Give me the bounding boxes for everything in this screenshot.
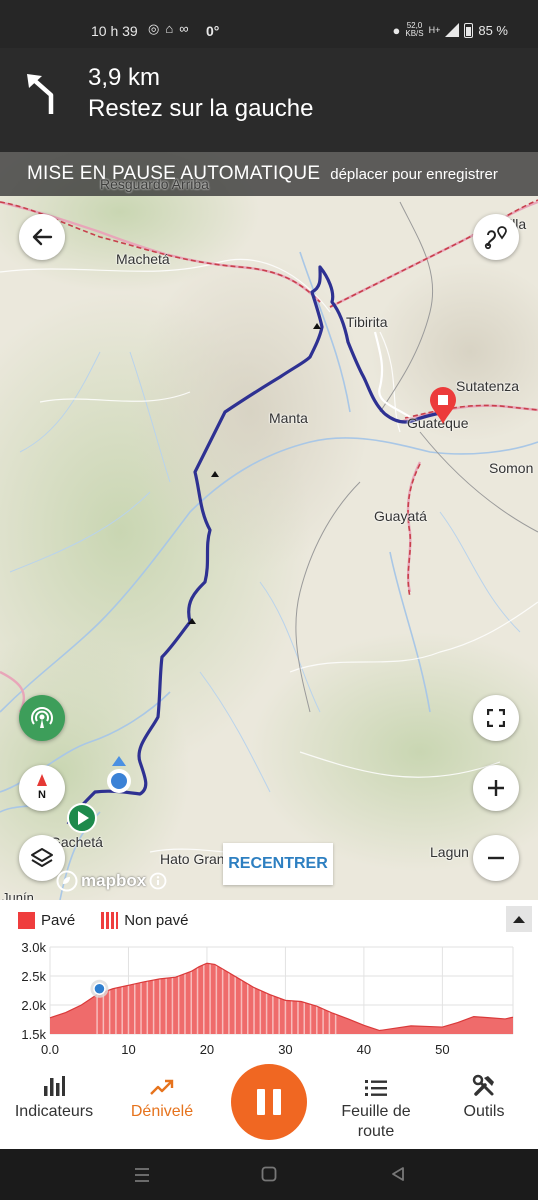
destination-marker-icon[interactable] [428, 386, 458, 426]
tab-indicators[interactable]: Indicateurs [8, 1064, 100, 1149]
zoom-out-button[interactable] [473, 835, 519, 881]
broadcast-icon [31, 707, 53, 728]
mapbox-attribution[interactable]: mapbox [56, 870, 167, 892]
y-tick-label: 2.0k [21, 998, 46, 1013]
battery-icon [464, 22, 474, 38]
map-label-guayata: Guayatá [374, 508, 427, 524]
x-tick-label: 20 [200, 1042, 214, 1057]
list-icon [364, 1064, 388, 1102]
navigation-header: 3,9 km Restez sur la gauche [0, 48, 538, 152]
tab-elevation[interactable]: Dénivelé [118, 1064, 206, 1149]
fullscreen-icon [487, 709, 505, 727]
pause-icon-bar-left [257, 1089, 265, 1115]
cycling-icon: ∞ [179, 21, 189, 36]
mapbox-label: mapbox [81, 871, 147, 890]
tab-route-sheet-label: Feuille de route [341, 1103, 411, 1140]
auto-pause-hint: déplacer pour enregistrer [330, 165, 498, 183]
current-position-icon [107, 756, 131, 793]
battery-level: 85 % [478, 22, 508, 38]
bar-chart-icon [42, 1064, 66, 1102]
network-type: H+ [428, 25, 441, 35]
y-tick-label: 2.5k [21, 969, 46, 984]
tab-route-sheet[interactable]: Feuille de route [330, 1064, 422, 1149]
next-turn-distance: 3,9 km [88, 64, 161, 91]
map-label-lagun: Lagun [430, 844, 469, 860]
tab-tools[interactable]: Outils [448, 1064, 520, 1149]
pause-icon-bar-right [273, 1089, 281, 1115]
location-icon: ● [392, 22, 401, 38]
elevation-panel: Pavé Non pavé 3.0k 2.5k 2.0k 1.5k 0.0 10 20 30… [0, 900, 538, 1064]
map-view[interactable]: MISE EN PAUSE AUTOMATIQUE déplacer pour … [0, 152, 538, 900]
system-navigation-bar [0, 1149, 538, 1200]
pause-recording-button[interactable] [231, 1064, 307, 1140]
fullscreen-button[interactable] [473, 695, 519, 741]
compass-label: N [38, 789, 46, 801]
x-tick-label: 50 [435, 1042, 449, 1057]
tab-tools-label: Outils [463, 1103, 505, 1120]
turn-left-arrow-icon [27, 74, 54, 114]
map-label-resguardo: Resguardo Arriba [100, 176, 209, 192]
y-tick-label: 1.5k [21, 1027, 46, 1042]
tab-elevation-label: Dénivelé [130, 1103, 194, 1120]
recenter-button[interactable]: RECENTRER [223, 843, 333, 885]
status-temperature: 0° [206, 23, 220, 39]
map-label-junin: Junín [2, 890, 34, 900]
back-nav-icon[interactable] [390, 1166, 406, 1182]
map-label-sutatenza: Sutatenza [456, 378, 520, 394]
status-right-icons: ● 52,0 KB/S H+ 85 % [392, 21, 508, 38]
back-button[interactable] [19, 214, 65, 260]
route-options-button[interactable] [473, 214, 519, 260]
recent-apps-icon[interactable] [133, 1167, 151, 1183]
tab-indicators-label: Indicateurs [14, 1103, 94, 1120]
turn-instruction: Restez sur la gauche [88, 95, 314, 122]
live-tracking-button[interactable] [19, 695, 65, 741]
x-tick-label: 40 [357, 1042, 371, 1057]
notification-icons: ◎ ⌂ ∞ [148, 21, 188, 37]
map-terrain [0, 152, 538, 900]
home-icon[interactable] [261, 1166, 277, 1182]
x-tick-label: 0.0 [41, 1042, 59, 1057]
trending-up-icon [149, 1064, 175, 1102]
compass-button[interactable]: N [19, 765, 65, 811]
info-icon[interactable] [149, 872, 167, 890]
x-tick-label: 30 [278, 1042, 292, 1057]
x-tick-label: 10 [121, 1042, 135, 1057]
signal-icon [445, 23, 460, 37]
arrow-back-icon [32, 228, 53, 246]
route-pin-icon [484, 226, 507, 250]
zoom-in-button[interactable] [473, 765, 519, 811]
instagram-icon: ◎ [148, 21, 160, 36]
plus-icon [488, 780, 504, 796]
app-icon: ⌂ [165, 21, 174, 36]
map-label-macheta: Machetá [116, 251, 170, 267]
map-label-somon: Somon [489, 460, 534, 476]
network-speed: 52,0 KB/S [405, 21, 424, 38]
layers-icon [31, 848, 53, 867]
mapbox-logo-icon [56, 870, 78, 892]
map-label-tibirita: Tibirita [346, 314, 388, 330]
minus-icon [488, 856, 504, 860]
map-label-hato: Hato Gran [160, 851, 225, 867]
map-label-manta: Manta [269, 410, 308, 426]
start-marker-icon[interactable] [66, 802, 98, 836]
elevation-chart[interactable]: 3.0k 2.5k 2.0k 1.5k 0.0 10 20 30 40 50 [0, 900, 538, 1064]
bottom-tab-bar: Indicateurs Dénivelé Feuille de route Ou… [0, 1064, 538, 1149]
tools-icon [472, 1064, 496, 1102]
y-tick-label: 3.0k [21, 940, 46, 955]
status-time: 10 h 39 [91, 23, 138, 39]
status-bar: 10 h 39 ◎ ⌂ ∞ 0° ● 52,0 KB/S H+ 85 % [0, 0, 538, 48]
position-marker [93, 982, 106, 996]
auto-pause-banner: MISE EN PAUSE AUTOMATIQUE déplacer pour … [0, 152, 538, 196]
